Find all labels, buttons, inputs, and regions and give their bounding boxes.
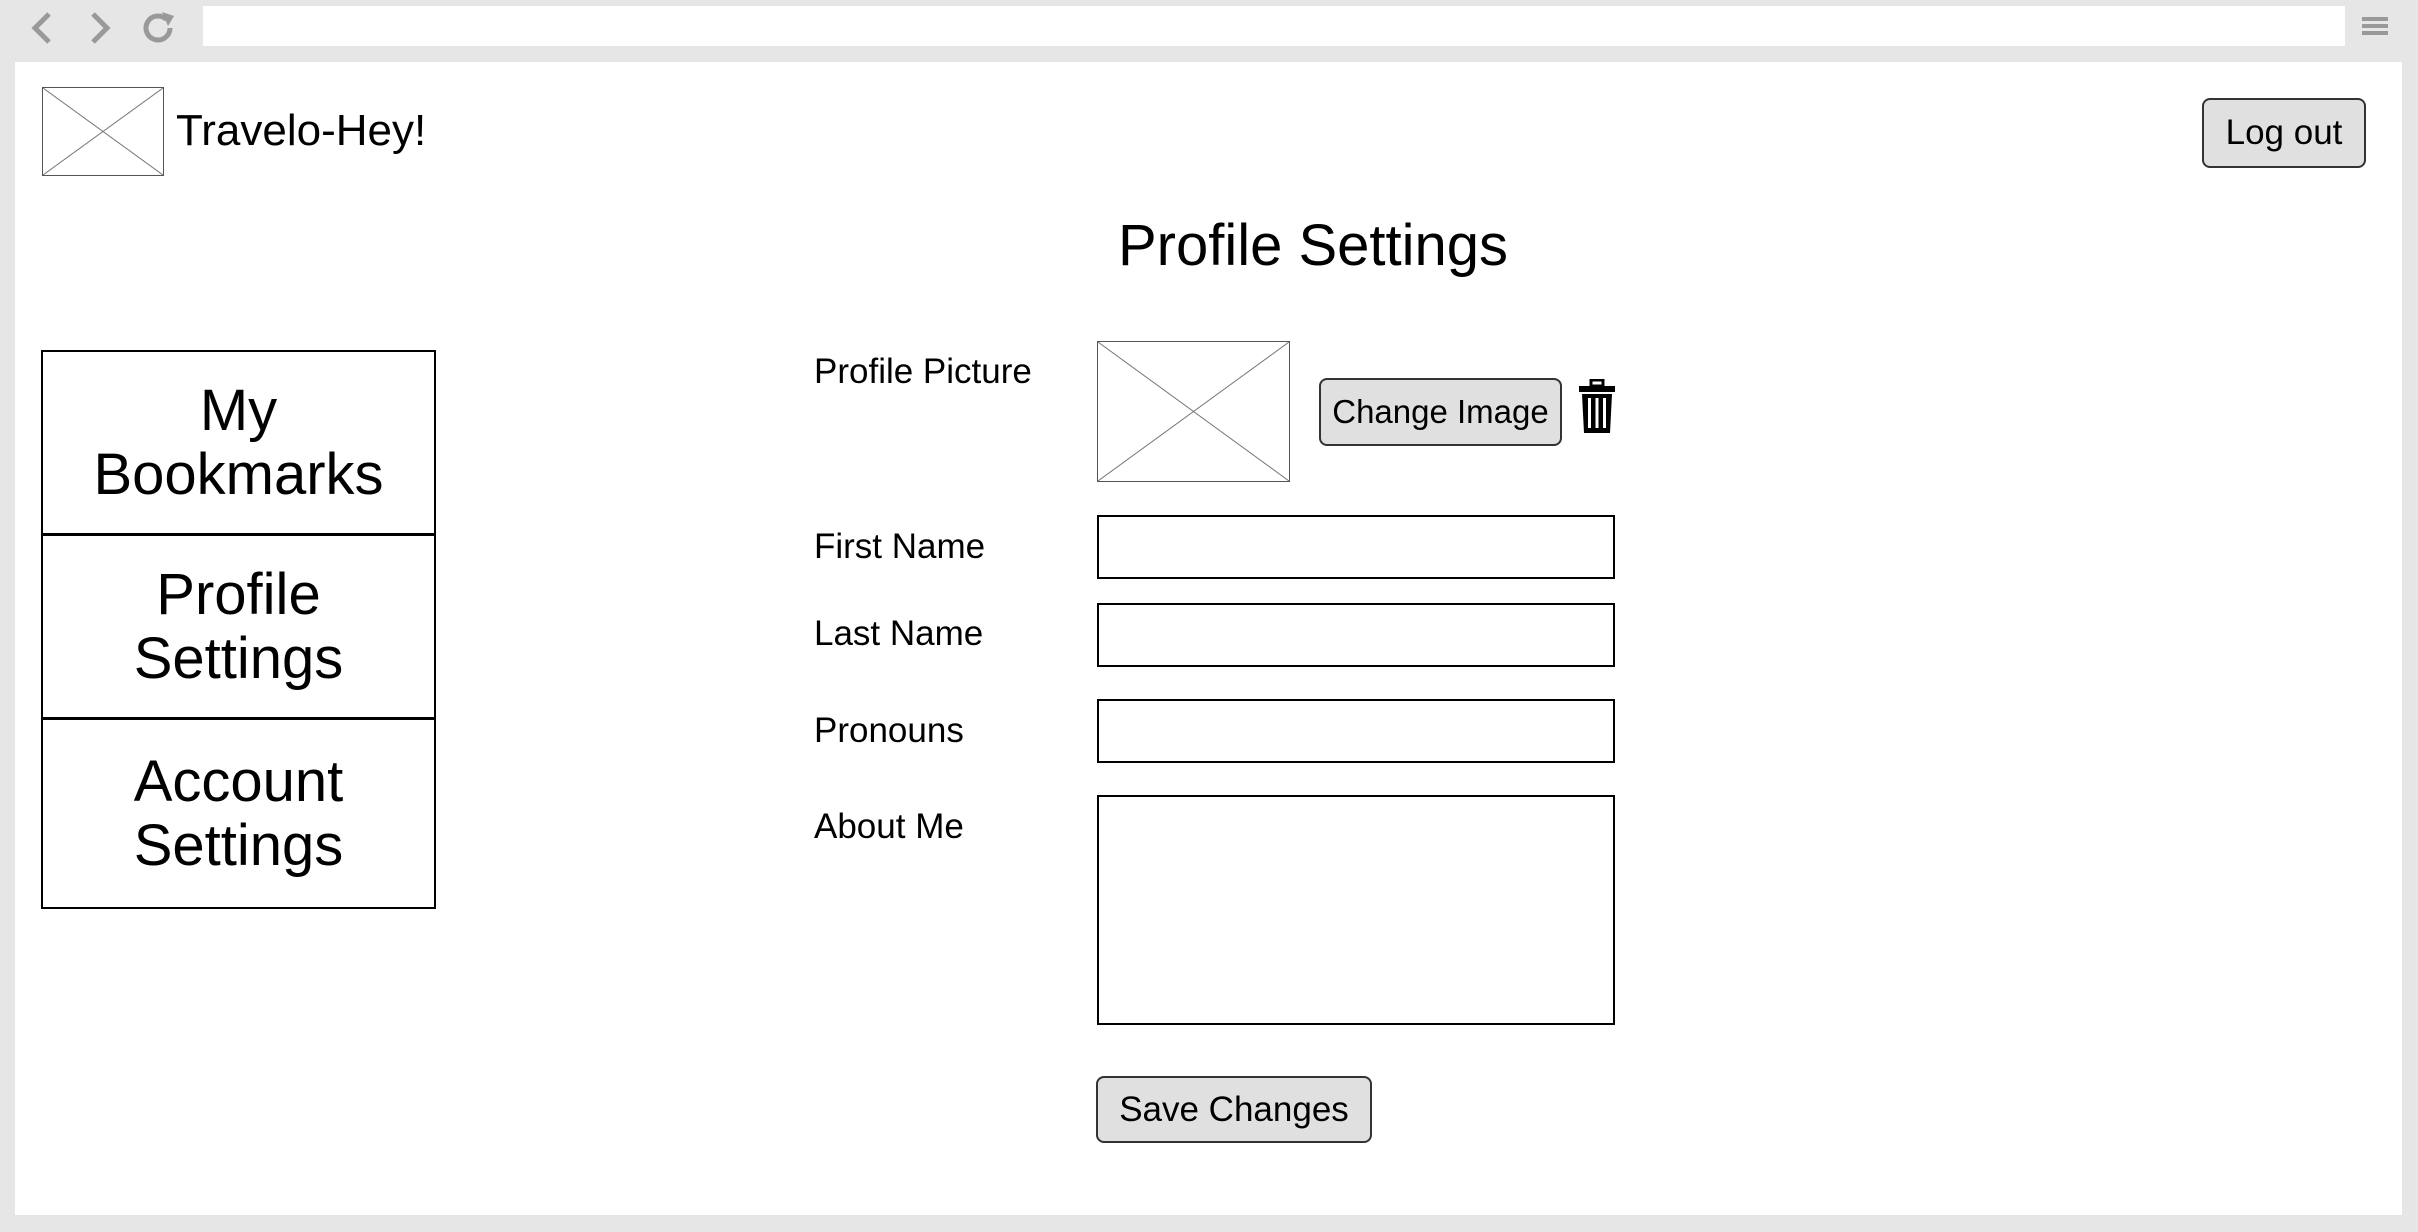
hamburger-menu-icon (2362, 17, 2388, 35)
trash-icon (1579, 378, 1615, 433)
last-name-label: Last Name (814, 614, 984, 653)
page-content: Travelo-Hey! Log out Profile Settings My… (15, 62, 2402, 1215)
change-image-button[interactable]: Change Image (1319, 378, 1562, 446)
logout-button[interactable]: Log out (2202, 98, 2366, 168)
page-title: Profile Settings (1117, 213, 1509, 278)
chevron-left-icon (31, 12, 51, 44)
first-name-field[interactable] (1097, 515, 1615, 579)
profile-picture-label: Profile Picture (814, 352, 1032, 391)
back-button[interactable] (18, 4, 66, 52)
sidebar-nav: My Bookmarks Profile Settings Account Se… (41, 350, 436, 909)
reload-icon (143, 12, 174, 43)
save-changes-button[interactable]: Save Changes (1096, 1076, 1372, 1143)
delete-image-button[interactable] (1577, 378, 1617, 435)
about-me-label: About Me (814, 807, 964, 846)
chevron-right-icon (91, 12, 111, 44)
address-bar[interactable] (203, 6, 2345, 46)
sidebar-item-my-bookmarks[interactable]: My Bookmarks (43, 352, 434, 536)
about-me-field[interactable] (1097, 795, 1615, 1025)
forward-button[interactable] (76, 4, 124, 52)
logo-image-placeholder (42, 87, 164, 176)
browser-toolbar (0, 0, 2418, 62)
profile-picture-placeholder (1097, 341, 1290, 482)
sidebar-item-account-settings[interactable]: Account Settings (43, 720, 434, 907)
browser-menu-button[interactable] (2355, 6, 2395, 46)
reload-button[interactable] (134, 4, 182, 52)
first-name-label: First Name (814, 527, 986, 566)
last-name-field[interactable] (1097, 603, 1615, 667)
pronouns-field[interactable] (1097, 699, 1615, 763)
sidebar-item-profile-settings[interactable]: Profile Settings (43, 536, 434, 720)
brand-name: Travelo-Hey! (176, 106, 427, 155)
pronouns-label: Pronouns (814, 711, 964, 750)
